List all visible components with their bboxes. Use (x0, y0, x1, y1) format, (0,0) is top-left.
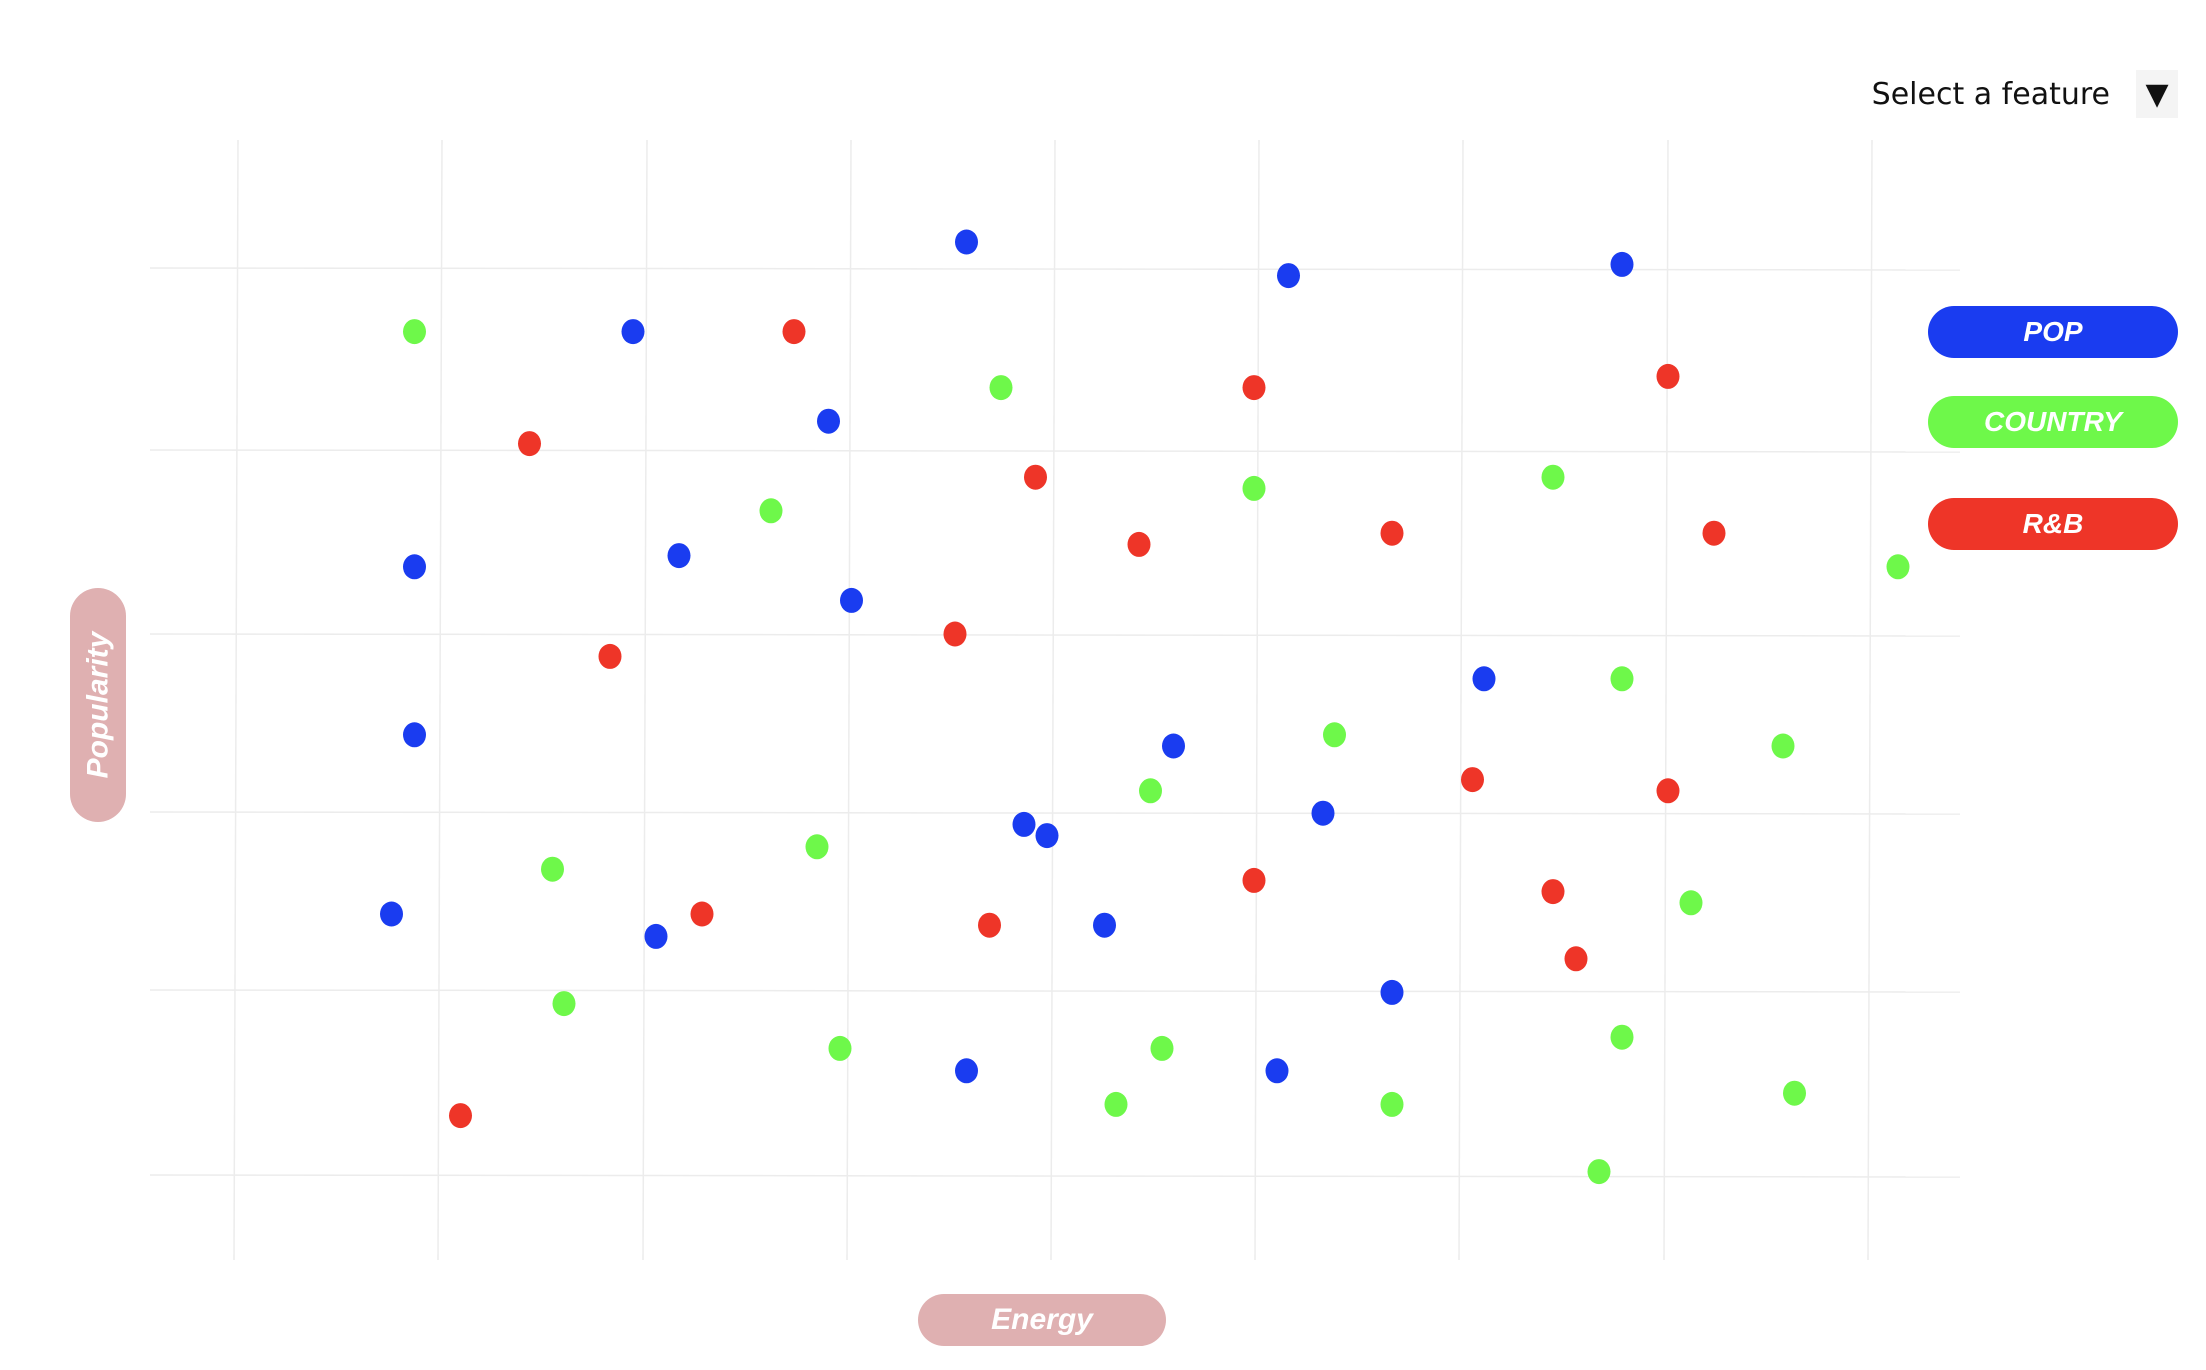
data-point-country[interactable] (1380, 1091, 1404, 1117)
chevron-down-icon[interactable]: ▼ (2136, 70, 2178, 118)
data-point-pop[interactable] (1311, 800, 1335, 826)
data-point-rb[interactable] (1461, 767, 1484, 793)
legend-label-rnb: R&B (2022, 508, 2084, 539)
data-points (380, 229, 1910, 1185)
data-point-country[interactable] (805, 834, 829, 860)
data-point-country[interactable] (1610, 666, 1634, 692)
data-point-pop[interactable] (955, 1058, 978, 1084)
data-point-country[interactable] (1886, 554, 1910, 580)
data-point-pop[interactable] (667, 543, 691, 569)
data-point-pop[interactable] (1610, 251, 1634, 277)
legend-item-pop[interactable]: POP (1928, 306, 2178, 358)
data-point-country[interactable] (828, 1035, 852, 1061)
data-point-rb[interactable] (1242, 867, 1266, 893)
grid-line-vertical (1663, 139, 1669, 1261)
data-point-rb[interactable] (1656, 363, 1680, 389)
data-point-pop[interactable] (380, 901, 403, 927)
data-point-country[interactable] (1679, 890, 1703, 916)
feature-select-label: Select a feature (1871, 76, 2110, 112)
data-point-country[interactable] (759, 498, 783, 524)
grid-line-vertical (846, 139, 852, 1261)
legend-label-pop: POP (2023, 316, 2083, 347)
feature-select-dropdown[interactable]: Select a feature ▼ (1872, 68, 2178, 120)
data-point-rb[interactable] (1656, 778, 1680, 804)
data-point-rb[interactable] (1242, 375, 1266, 401)
data-point-pop[interactable] (1035, 823, 1059, 849)
data-point-country[interactable] (541, 856, 564, 882)
y-axis-label: Popularity (70, 588, 126, 822)
grid-line-horizontal (149, 811, 1961, 815)
grid-line-horizontal (149, 989, 1961, 993)
data-point-rb[interactable] (1127, 531, 1151, 557)
y-axis-label-text: Popularity (81, 631, 115, 779)
grid-line-vertical (642, 139, 648, 1261)
plot-grid (149, 139, 1961, 1261)
data-point-pop[interactable] (955, 229, 978, 255)
data-point-country[interactable] (1323, 722, 1346, 748)
data-point-pop[interactable] (1093, 912, 1116, 938)
data-point-rb[interactable] (978, 912, 1001, 938)
data-point-pop[interactable] (1472, 666, 1496, 692)
legend-item-rnb[interactable]: R&B (1928, 498, 2178, 550)
grid-line-vertical (1867, 139, 1873, 1261)
data-point-country[interactable] (1104, 1091, 1128, 1117)
data-point-pop[interactable] (403, 722, 426, 748)
data-point-pop[interactable] (840, 587, 863, 613)
data-point-country[interactable] (1541, 464, 1565, 490)
data-point-rb[interactable] (782, 319, 806, 345)
data-point-rb[interactable] (1024, 464, 1047, 490)
data-point-country[interactable] (1242, 475, 1266, 501)
grid-line-vertical (1254, 139, 1260, 1261)
data-point-pop[interactable] (403, 554, 426, 580)
grid-line-horizontal (149, 633, 1961, 637)
grid-line-vertical (1050, 139, 1056, 1261)
data-point-country[interactable] (1139, 778, 1162, 804)
data-point-rb[interactable] (943, 621, 967, 647)
data-point-pop[interactable] (621, 319, 645, 345)
legend-label-country: COUNTRY (1984, 406, 2122, 437)
data-point-rb[interactable] (1702, 520, 1726, 546)
data-point-country[interactable] (403, 319, 426, 345)
x-axis-label-text: Energy (991, 1303, 1093, 1336)
grid-line-vertical (437, 139, 443, 1261)
data-point-country[interactable] (1150, 1035, 1174, 1061)
data-point-country[interactable] (989, 375, 1013, 401)
grid-line-horizontal (149, 449, 1961, 453)
data-point-pop[interactable] (1277, 263, 1300, 289)
data-point-rb[interactable] (1564, 946, 1588, 972)
scatter-plot (149, 139, 1961, 1261)
data-point-country[interactable] (1610, 1024, 1634, 1050)
data-point-pop[interactable] (644, 923, 668, 949)
grid-line-horizontal (149, 267, 1961, 271)
data-point-rb[interactable] (598, 643, 622, 669)
data-point-pop[interactable] (1012, 811, 1036, 837)
data-point-rb[interactable] (1380, 520, 1404, 546)
data-point-pop[interactable] (817, 408, 840, 434)
x-axis-label: Energy (918, 1294, 1166, 1346)
data-point-country[interactable] (1783, 1080, 1806, 1106)
data-point-pop[interactable] (1162, 733, 1185, 759)
grid-line-vertical (1458, 139, 1464, 1261)
data-point-pop[interactable] (1265, 1058, 1289, 1084)
data-point-pop[interactable] (1380, 979, 1404, 1005)
data-point-country[interactable] (1771, 733, 1795, 759)
data-point-rb[interactable] (518, 431, 541, 457)
legend-item-country[interactable]: COUNTRY (1928, 396, 2178, 448)
data-point-country[interactable] (1587, 1159, 1611, 1185)
data-point-rb[interactable] (1541, 879, 1565, 905)
data-point-country[interactable] (552, 991, 576, 1017)
grid-line-vertical (233, 139, 239, 1261)
grid-line-horizontal (149, 1174, 1961, 1178)
data-point-rb[interactable] (449, 1103, 472, 1129)
data-point-rb[interactable] (690, 901, 714, 927)
